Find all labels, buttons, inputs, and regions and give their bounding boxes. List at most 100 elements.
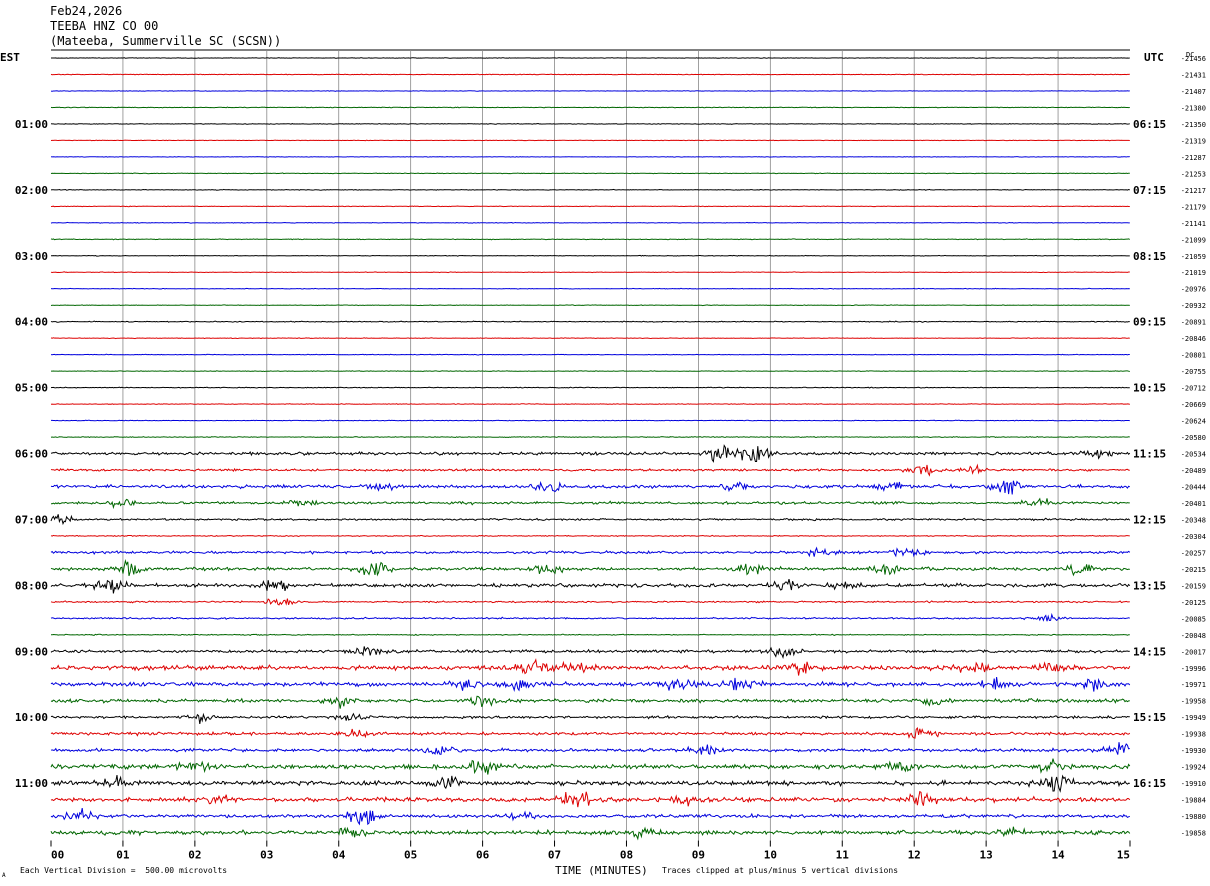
- trace-row: [50, 221, 1130, 224]
- trace-row: [50, 139, 1130, 142]
- dc-offset-label: -21319: [1181, 137, 1206, 145]
- dc-offset-label: -20159: [1181, 582, 1206, 590]
- dc-offset-label: -21350: [1181, 121, 1206, 129]
- x-tick-label: 13: [980, 849, 993, 862]
- trace-row: [50, 480, 1130, 495]
- dc-offset-label: -21179: [1181, 203, 1206, 211]
- x-tick-label: 10: [764, 849, 777, 862]
- x-tick-label: 07: [548, 849, 561, 862]
- right-hour-label: 12:15: [1133, 513, 1166, 526]
- left-hour-label: 11:00: [15, 777, 48, 790]
- right-axis-label: UTC: [1144, 51, 1164, 64]
- dc-offset-label: -20489: [1181, 467, 1206, 475]
- trace-row: [50, 122, 1130, 125]
- x-tick-label: 00: [51, 849, 64, 862]
- dc-offset-label: -20891: [1181, 319, 1206, 327]
- trace-row: [51, 633, 1130, 636]
- dc-offset-label: -21287: [1181, 154, 1206, 162]
- trace-row: [51, 497, 1130, 510]
- right-hour-label: 11:15: [1133, 448, 1166, 461]
- right-hour-label: 16:15: [1133, 777, 1166, 790]
- x-tick-label: 03: [260, 849, 273, 862]
- x-tick-label: 06: [476, 849, 490, 862]
- dc-offset-label: -20125: [1181, 599, 1206, 607]
- dc-offset-label: -21253: [1181, 170, 1206, 178]
- dc-offset-label: -20048: [1181, 632, 1206, 640]
- dc-offset-label: -19884: [1181, 797, 1206, 805]
- left-hour-label: 08:00: [15, 579, 48, 592]
- trace-row: [50, 695, 1130, 709]
- left-hour-label: 03:00: [15, 250, 48, 263]
- trace-row: [50, 658, 1131, 676]
- dc-offset-label: -20932: [1181, 302, 1206, 310]
- trace-row: [51, 370, 1130, 373]
- dc-offset-label: -19949: [1181, 714, 1206, 722]
- right-hour-label: 09:15: [1133, 316, 1166, 329]
- x-tick-label: 09: [692, 849, 705, 862]
- dc-offset-label: -21380: [1181, 104, 1206, 112]
- dc-offset-label: -21099: [1181, 236, 1206, 244]
- left-hour-label: 01:00: [15, 118, 48, 131]
- left-hour-label: 06:00: [15, 448, 48, 461]
- trace-row: [50, 337, 1130, 340]
- scale-note: Each Vertical Division = 500.00 microvol…: [20, 866, 228, 875]
- axis-labels: 00 01 02 03 04 05 06 07 08 09 10 11 12 13 14 15-21456-2…: [15, 55, 1206, 862]
- trace-row: [50, 73, 1130, 76]
- right-hour-label: 14:15: [1133, 645, 1166, 658]
- trace-row: [50, 271, 1130, 274]
- dc-offset-label: -20017: [1181, 648, 1206, 656]
- left-hour-label: 02:00: [15, 184, 48, 197]
- trace-row: [50, 612, 1130, 622]
- dc-offset-label: -19924: [1181, 764, 1206, 772]
- trace-row: [50, 238, 1130, 241]
- trace-row: [50, 712, 1130, 724]
- trace-row: [51, 57, 1130, 59]
- dc-offset-label: -20669: [1181, 401, 1206, 409]
- dc-offset-label: -20085: [1181, 615, 1206, 623]
- trace-row: [50, 156, 1130, 158]
- dc-offset-label: -21431: [1181, 71, 1206, 79]
- dc-offset-label: -20215: [1181, 566, 1206, 574]
- trace-row: [50, 808, 1130, 826]
- trace-row: [50, 790, 1131, 808]
- trace-row: [50, 106, 1130, 109]
- trace-row: [50, 386, 1130, 389]
- trace-row: [50, 353, 1130, 356]
- dc-offset-label: -20976: [1181, 286, 1206, 294]
- trace-row: [50, 677, 1131, 692]
- dc-offset-label: -19996: [1181, 665, 1206, 673]
- trace-row: [51, 419, 1130, 422]
- x-tick-label: 01: [116, 849, 130, 862]
- dc-label: DC: [1186, 51, 1194, 59]
- corner-mark: A: [2, 872, 6, 879]
- dc-offset-label: -20257: [1181, 549, 1206, 557]
- dc-offset-label: -19938: [1181, 731, 1206, 739]
- trace-row: [50, 646, 1130, 659]
- x-tick-label: 11: [836, 849, 850, 862]
- trace-row: [50, 463, 1130, 477]
- left-axis-label: EST: [0, 51, 20, 64]
- dc-offset-label: -19971: [1181, 681, 1206, 689]
- left-hour-label: 10:00: [15, 711, 48, 724]
- trace-row: [50, 742, 1130, 756]
- left-hour-label: 07:00: [15, 513, 48, 526]
- trace-row: [50, 287, 1130, 290]
- trace-row: [50, 534, 1130, 538]
- x-tick-label: 05: [404, 849, 417, 862]
- trace-row: [50, 758, 1131, 775]
- trace-row: [50, 598, 1130, 606]
- trace-row: [50, 558, 1130, 577]
- dc-offset-label: -19910: [1181, 780, 1206, 788]
- right-hour-label: 13:15: [1133, 579, 1166, 592]
- helicorder-plot: 00 01 02 03 04 05 06 07 08 09 10 11 12 13 14 15-21456-2…: [0, 49, 1206, 877]
- right-hour-label: 10:15: [1133, 382, 1166, 395]
- left-hour-label: 05:00: [15, 382, 48, 395]
- dc-offset-label: -21407: [1181, 88, 1206, 96]
- trace-row: [50, 403, 1130, 405]
- x-tick-label: 08: [620, 849, 633, 862]
- trace-row: [50, 172, 1130, 175]
- dc-offset-label: -20348: [1181, 516, 1206, 524]
- dc-offset-label: -20580: [1181, 434, 1206, 442]
- trace-row: [50, 578, 1131, 594]
- trace-row: [50, 90, 1130, 92]
